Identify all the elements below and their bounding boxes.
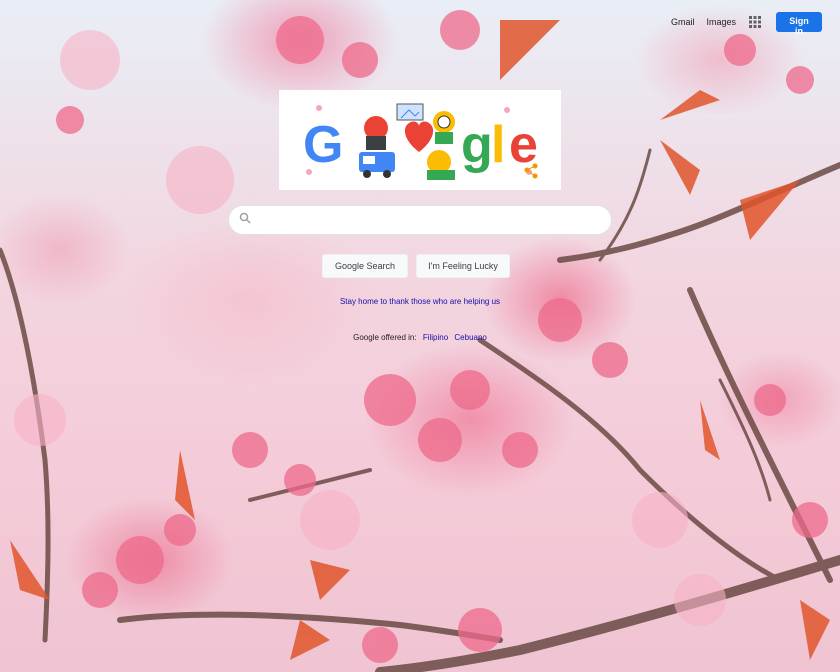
apps-grid-icon[interactable] xyxy=(748,15,762,29)
doodle-character-1 xyxy=(359,116,395,178)
languages-offered: Google offered in: Filipino Cebuano xyxy=(0,333,840,342)
images-link[interactable]: Images xyxy=(706,17,736,27)
language-link-cebuano[interactable]: Cebuano xyxy=(454,333,486,342)
search-box[interactable] xyxy=(228,205,612,235)
language-link-filipino[interactable]: Filipino xyxy=(423,333,448,342)
doodle-letter-l: l xyxy=(491,116,505,174)
doodle-heart xyxy=(404,121,434,152)
doodle-letter-g2: g xyxy=(461,116,493,174)
promo-message: Stay home to thank those who are helping… xyxy=(0,297,840,306)
promo-link[interactable]: Stay home to thank those who are helping… xyxy=(340,297,500,306)
search-input[interactable] xyxy=(259,208,611,232)
feeling-lucky-button[interactable]: I'm Feeling Lucky xyxy=(416,254,510,278)
search-buttons: Google Search I'm Feeling Lucky xyxy=(322,254,510,278)
google-search-button[interactable]: Google Search xyxy=(322,254,408,278)
sign-in-button[interactable]: Sign in xyxy=(776,12,822,36)
search-icon xyxy=(239,211,251,229)
doodle-easel xyxy=(396,103,424,121)
gmail-link[interactable]: Gmail xyxy=(671,17,695,27)
top-bar: Gmail Images Sign in xyxy=(671,12,822,36)
doodle-artwork: G g l e xyxy=(303,103,538,180)
doodle-character-2 xyxy=(427,111,455,180)
offered-label: Google offered in: xyxy=(353,333,417,342)
doodle-letter-g: G xyxy=(303,116,343,174)
google-doodle-logo[interactable]: G g l e xyxy=(279,90,561,190)
